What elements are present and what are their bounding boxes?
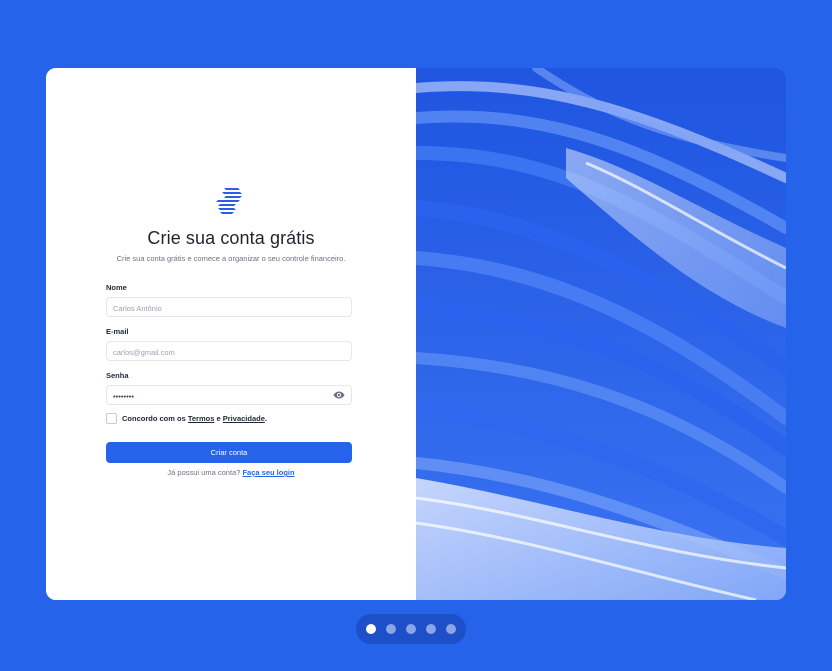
abstract-waves-image <box>416 68 786 600</box>
carousel-dot[interactable] <box>386 624 396 634</box>
signup-panel: Crie sua conta grátis Crie sua conta grá… <box>46 68 416 600</box>
carousel-dot[interactable] <box>406 624 416 634</box>
hero-image <box>416 68 786 600</box>
login-prompt: Já possui uma conta? <box>167 468 241 477</box>
carousel-dot[interactable] <box>366 624 376 634</box>
email-label: E-mail <box>106 327 129 336</box>
email-input[interactable] <box>107 343 323 362</box>
terms-row: Concordo com os Termos e Privacidade. <box>106 413 267 424</box>
create-account-button[interactable]: Criar conta <box>106 442 352 463</box>
terms-link[interactable]: Termos <box>188 414 215 423</box>
carousel-dot[interactable] <box>446 624 456 634</box>
signup-card: Crie sua conta grátis Crie sua conta grá… <box>46 68 786 600</box>
name-field-wrapper <box>106 297 352 318</box>
password-field-wrapper <box>106 385 352 406</box>
login-link[interactable]: Faça seu login <box>242 468 294 477</box>
name-input[interactable] <box>107 299 323 318</box>
terms-suffix: . <box>264 414 267 423</box>
terms-prefix: Concordo com os <box>122 414 186 423</box>
password-label: Senha <box>106 371 129 380</box>
email-field-wrapper <box>106 341 352 362</box>
carousel-indicators <box>356 614 466 644</box>
terms-and: e <box>216 414 221 423</box>
privacy-link[interactable]: Privacidade <box>223 414 265 423</box>
page-title: Crie sua conta grátis <box>147 228 315 248</box>
eye-icon[interactable] <box>333 390 345 400</box>
carousel-dot[interactable] <box>426 624 436 634</box>
password-input[interactable] <box>107 387 323 406</box>
name-label: Nome <box>106 283 127 292</box>
brand-logo-icon <box>216 188 242 214</box>
terms-checkbox[interactable] <box>106 413 117 424</box>
page-subtitle: Crie sua conta grátis e comece a organiz… <box>116 254 346 263</box>
login-row: Já possui uma conta? Faça seu login <box>46 468 416 477</box>
